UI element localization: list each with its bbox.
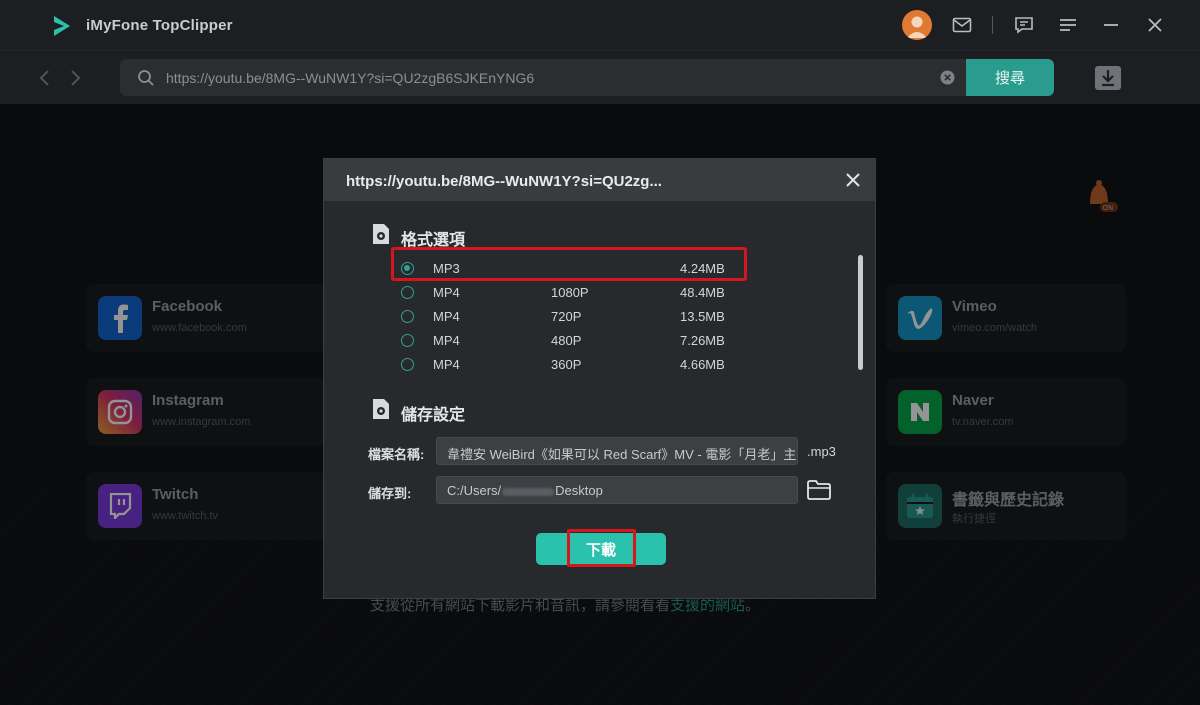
format-type: MP4 — [433, 309, 460, 324]
format-list-scrollbar[interactable] — [858, 255, 863, 370]
file-extension: .mp3 — [807, 444, 836, 459]
save-settings-title: 儲存設定 — [401, 407, 466, 424]
format-size: 4.66MB — [680, 357, 725, 372]
user-avatar[interactable] — [902, 10, 932, 40]
format-option-mp4-1080p[interactable]: MP4 1080P 48.4MB — [398, 282, 738, 304]
mail-icon[interactable] — [950, 13, 974, 37]
mp3-highlight-annotation — [391, 247, 747, 281]
url-text: https://youtu.be/8MG--WuNW1Y?si=QU2zgB6S… — [166, 70, 535, 86]
save-settings-icon — [373, 399, 389, 419]
redacted-username — [502, 487, 555, 496]
format-option-mp4-360p[interactable]: MP4 360P 4.66MB — [398, 354, 738, 376]
radio-unselected[interactable] — [401, 334, 414, 347]
format-resolution: 480P — [551, 333, 582, 348]
format-size: 13.5MB — [680, 309, 725, 324]
folder-icon[interactable] — [806, 479, 832, 501]
feedback-icon[interactable] — [1012, 13, 1036, 37]
format-size: 48.4MB — [680, 285, 725, 300]
back-arrow-icon[interactable] — [36, 68, 54, 88]
download-dialog: https://youtu.be/8MG--WuNW1Y?si=QU2zg...… — [323, 158, 876, 599]
menu-icon[interactable] — [1056, 13, 1080, 37]
radio-unselected[interactable] — [401, 358, 414, 371]
dialog-title: https://youtu.be/8MG--WuNW1Y?si=QU2zg... — [346, 173, 662, 190]
forward-arrow-icon[interactable] — [66, 68, 84, 88]
downloads-icon[interactable] — [1094, 65, 1122, 91]
clear-input-icon[interactable] — [940, 70, 955, 85]
user-icon — [907, 16, 927, 38]
radio-unselected[interactable] — [401, 310, 414, 323]
title-separator — [992, 16, 993, 34]
download-highlight-annotation — [567, 529, 636, 567]
url-input[interactable]: https://youtu.be/8MG--WuNW1Y?si=QU2zgB6S… — [120, 59, 970, 96]
format-option-mp4-480p[interactable]: MP4 480P 7.26MB — [398, 330, 738, 352]
format-size: 7.26MB — [680, 333, 725, 348]
dialog-header: https://youtu.be/8MG--WuNW1Y?si=QU2zg... — [324, 159, 875, 201]
format-resolution: 360P — [551, 357, 582, 372]
filename-input[interactable]: 韋禮安 WeiBird《如果可以 Red Scarf》MV - 電影「月老」主 — [436, 437, 798, 465]
format-settings-icon — [373, 224, 389, 244]
title-bar: iMyFone TopClipper — [0, 0, 1200, 50]
search-button[interactable]: 搜尋 — [966, 59, 1054, 96]
radio-unselected[interactable] — [401, 286, 414, 299]
save-to-label: 儲存到: — [368, 486, 412, 501]
save-path-suffix: Desktop — [555, 483, 603, 498]
filename-label: 檔案名稱: — [368, 447, 425, 462]
app-title: iMyFone TopClipper — [86, 17, 233, 34]
format-type: MP4 — [433, 285, 460, 300]
close-icon[interactable] — [844, 171, 862, 189]
format-type: MP4 — [433, 333, 460, 348]
format-option-mp4-720p[interactable]: MP4 720P 13.5MB — [398, 306, 738, 328]
save-path-prefix: C:/Users/ — [447, 483, 502, 498]
app-logo-icon — [54, 16, 70, 36]
format-resolution: 1080P — [551, 285, 589, 300]
search-icon — [138, 70, 154, 86]
format-type: MP4 — [433, 357, 460, 372]
close-window-icon[interactable] — [1143, 13, 1167, 37]
save-path-input[interactable]: C:/Users/Desktop — [436, 476, 798, 504]
address-row: https://youtu.be/8MG--WuNW1Y?si=QU2zgB6S… — [0, 50, 1200, 104]
minimize-icon[interactable] — [1099, 13, 1123, 37]
format-resolution: 720P — [551, 309, 582, 324]
